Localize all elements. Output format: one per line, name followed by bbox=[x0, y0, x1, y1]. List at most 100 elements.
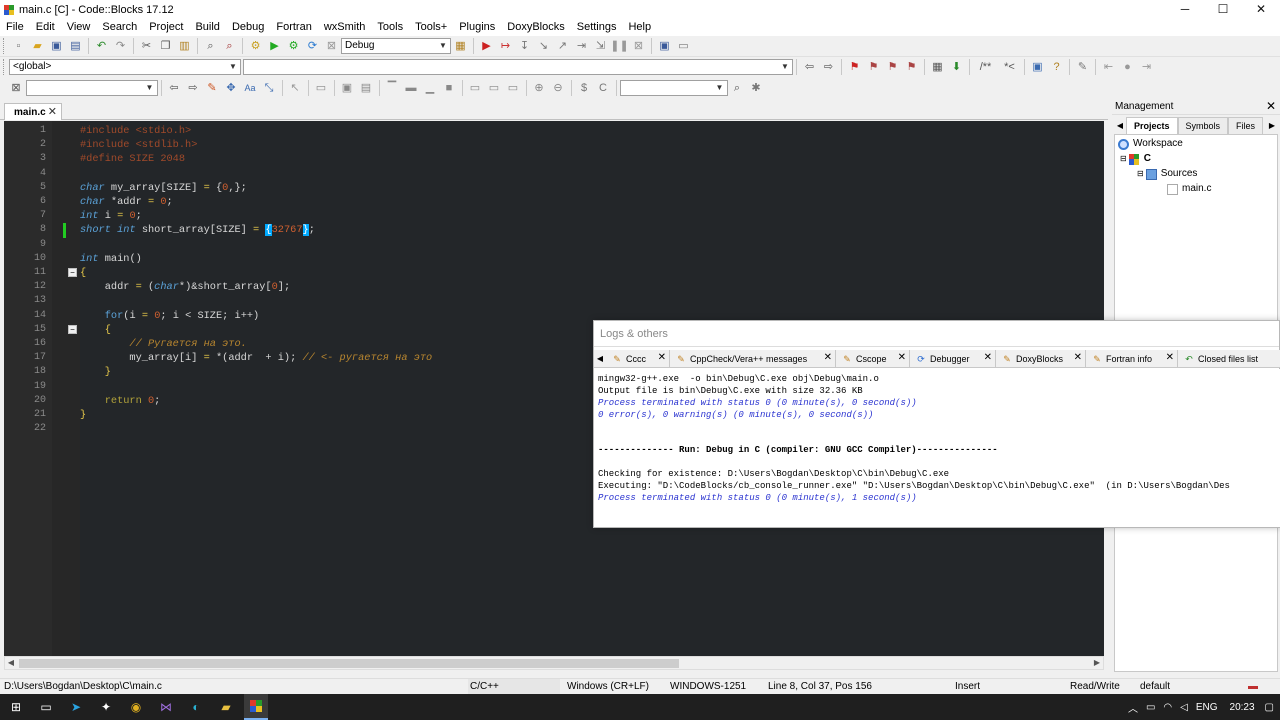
run-icon[interactable]: ▶ bbox=[267, 38, 283, 54]
clock[interactable]: 20:23 bbox=[1230, 702, 1255, 713]
edge-icon[interactable]: ◐ bbox=[184, 694, 208, 720]
scroll-right-icon[interactable]: ▶ bbox=[1091, 657, 1103, 669]
tab-scroll-right-icon[interactable]: ▶ bbox=[1266, 117, 1278, 134]
replace-icon[interactable]: ⌕ bbox=[222, 38, 238, 54]
prev-bookmark-icon[interactable]: ⚑ bbox=[866, 59, 882, 75]
tab-files[interactable]: Files bbox=[1228, 117, 1264, 134]
function-select[interactable]: ▼ bbox=[243, 59, 793, 75]
menu-view[interactable]: View bbox=[61, 19, 97, 36]
menu-help[interactable]: Help bbox=[622, 19, 657, 36]
line-comment-icon[interactable]: *< bbox=[1000, 59, 1020, 75]
tree-node-sources[interactable]: ⊟ Sources bbox=[1137, 167, 1197, 181]
build-run-icon[interactable]: ⚙ bbox=[286, 38, 302, 54]
toggle-bookmark-icon[interactable]: ⚑ bbox=[847, 59, 863, 75]
menu-doxyblocks[interactable]: DoxyBlocks bbox=[501, 19, 570, 36]
menu-build[interactable]: Build bbox=[189, 19, 225, 36]
close-button[interactable]: ✕ bbox=[1242, 0, 1280, 19]
log-tab-cscope[interactable]: ✎ Cscope ✕ bbox=[836, 350, 910, 368]
chrome-icon[interactable]: ◉ bbox=[124, 694, 148, 720]
file-explorer-icon[interactable]: ▰ bbox=[214, 694, 238, 720]
fold-toggle-icon[interactable]: − bbox=[68, 324, 77, 334]
chevron-up-icon[interactable]: ︿ bbox=[1128, 700, 1138, 715]
debug-info-icon[interactable]: ▭ bbox=[676, 38, 692, 54]
redo-icon[interactable]: ↷ bbox=[113, 38, 129, 54]
tab-scroll-left-icon[interactable]: ◀ bbox=[1114, 117, 1126, 134]
widget-align-bot-icon[interactable]: ▁ bbox=[422, 80, 438, 96]
scope-select[interactable]: <global> ▼ bbox=[9, 59, 241, 75]
log-tab-fortran[interactable]: ✎ Fortran info ✕ bbox=[1086, 350, 1178, 368]
menu-wxsmith[interactable]: wxSmith bbox=[318, 19, 372, 36]
doxy-html-icon[interactable]: ▣ bbox=[1030, 59, 1046, 75]
copy-icon[interactable]: ❐ bbox=[158, 38, 174, 54]
menu-tools-plus[interactable]: Tools+ bbox=[409, 19, 453, 36]
language-indicator[interactable]: ENG bbox=[1196, 702, 1218, 713]
build-target-select[interactable]: Debug ▼ bbox=[341, 38, 451, 54]
build-log-output[interactable]: mingw32-g++.exe -o bin\Debug\C.exe obj\D… bbox=[594, 369, 1280, 527]
network-icon[interactable]: ▭ bbox=[1146, 702, 1155, 713]
menu-plugins[interactable]: Plugins bbox=[453, 19, 501, 36]
close-icon[interactable]: ✕ bbox=[1074, 352, 1082, 363]
minimize-button[interactable]: ─ bbox=[1166, 0, 1204, 19]
windows-start-icon[interactable]: ⊞ bbox=[4, 694, 28, 720]
collapse-icon[interactable]: ⊟ bbox=[1120, 152, 1127, 166]
dollar-icon[interactable]: $ bbox=[576, 80, 592, 96]
maximize-button[interactable]: ☐ bbox=[1204, 0, 1242, 19]
toggle-icon[interactable]: ⊠ bbox=[8, 80, 24, 96]
save-all-icon[interactable]: ▤ bbox=[68, 38, 84, 54]
game-controller-icon[interactable]: ✦ bbox=[94, 694, 118, 720]
notifications-icon[interactable]: ▢ bbox=[1265, 702, 1274, 713]
menu-tools[interactable]: Tools bbox=[371, 19, 409, 36]
widget-center-icon[interactable]: ▭ bbox=[486, 80, 502, 96]
close-icon[interactable]: ✕ bbox=[658, 352, 666, 363]
collapse-icon[interactable]: ⊟ bbox=[1137, 167, 1144, 181]
search-icon[interactable]: ⌕ bbox=[729, 80, 745, 96]
code-snippets-select[interactable]: ▼ bbox=[25, 79, 158, 96]
format-icon[interactable]: ✥ bbox=[223, 80, 239, 96]
menu-settings[interactable]: Settings bbox=[571, 19, 623, 36]
widget-align-mid-icon[interactable]: ▬ bbox=[403, 80, 419, 96]
menu-edit[interactable]: Edit bbox=[30, 19, 61, 36]
step-out-icon[interactable]: ↗ bbox=[555, 38, 571, 54]
paste-icon[interactable]: ▥ bbox=[177, 38, 193, 54]
log-tab-doxyblocks[interactable]: ✎ DoxyBlocks ✕ bbox=[996, 350, 1086, 368]
log-tab-cppcheck[interactable]: ✎ CppCheck/Vera++ messages ✕ bbox=[670, 350, 836, 368]
abort-icon[interactable]: ⊠ bbox=[324, 38, 340, 54]
search-combo[interactable]: ▼ bbox=[619, 79, 728, 96]
doxy-extract-icon[interactable]: ⬇ bbox=[949, 59, 965, 75]
block-comment-icon[interactable]: /** bbox=[975, 59, 997, 75]
log-tab-debugger[interactable]: ⟳ Debugger ✕ bbox=[910, 350, 996, 368]
widget-align-top-icon[interactable]: ▔ bbox=[384, 80, 400, 96]
cut-icon[interactable]: ✂ bbox=[139, 38, 155, 54]
jump-back-icon[interactable]: ⇦ bbox=[802, 59, 818, 75]
close-icon[interactable]: ✕ bbox=[984, 352, 992, 363]
c-icon[interactable]: C bbox=[595, 80, 611, 96]
run-to-cursor-icon[interactable]: ↦ bbox=[498, 38, 514, 54]
pause-icon[interactable]: ❚❚ bbox=[610, 38, 628, 54]
tab-projects[interactable]: Projects bbox=[1126, 117, 1178, 134]
step-instruction-icon[interactable]: ⇲ bbox=[593, 38, 609, 54]
log-tab-closed-files[interactable]: ↶ Closed files list bbox=[1178, 350, 1274, 368]
widget-frame-icon[interactable]: ▭ bbox=[313, 80, 329, 96]
menu-search[interactable]: Search bbox=[96, 19, 143, 36]
arrow-right-icon[interactable]: ⇨ bbox=[185, 80, 201, 96]
visual-studio-icon[interactable]: ⋈ bbox=[154, 694, 178, 720]
widget-fill-icon[interactable]: ■ bbox=[441, 80, 457, 96]
tree-node-project-c[interactable]: ⊟ C bbox=[1120, 152, 1151, 166]
telegram-icon[interactable]: ➤ bbox=[64, 694, 88, 720]
close-icon[interactable]: ✕ bbox=[1266, 98, 1276, 115]
close-icon[interactable]: ✕ bbox=[824, 352, 832, 363]
menu-debug[interactable]: Debug bbox=[226, 19, 270, 36]
editor-tab-main-c[interactable]: main.c ✕ bbox=[4, 103, 62, 120]
fold-right-icon[interactable]: ⇥ bbox=[1139, 59, 1155, 75]
stop-debug-icon[interactable]: ⊠ bbox=[631, 38, 647, 54]
next-line-icon[interactable]: ↧ bbox=[517, 38, 533, 54]
close-icon[interactable]: ✕ bbox=[1166, 352, 1174, 363]
close-icon[interactable]: ✕ bbox=[898, 352, 906, 363]
doxy-chm-icon[interactable]: ? bbox=[1049, 59, 1065, 75]
save-icon[interactable]: ▣ bbox=[49, 38, 65, 54]
widget-image-icon[interactable]: ▣ bbox=[339, 80, 355, 96]
undo-icon[interactable]: ↶ bbox=[94, 38, 110, 54]
transform-icon[interactable]: ⤡ bbox=[261, 80, 277, 96]
jump-forward-icon[interactable]: ⇨ bbox=[821, 59, 837, 75]
widget-text-icon[interactable]: ▤ bbox=[358, 80, 374, 96]
